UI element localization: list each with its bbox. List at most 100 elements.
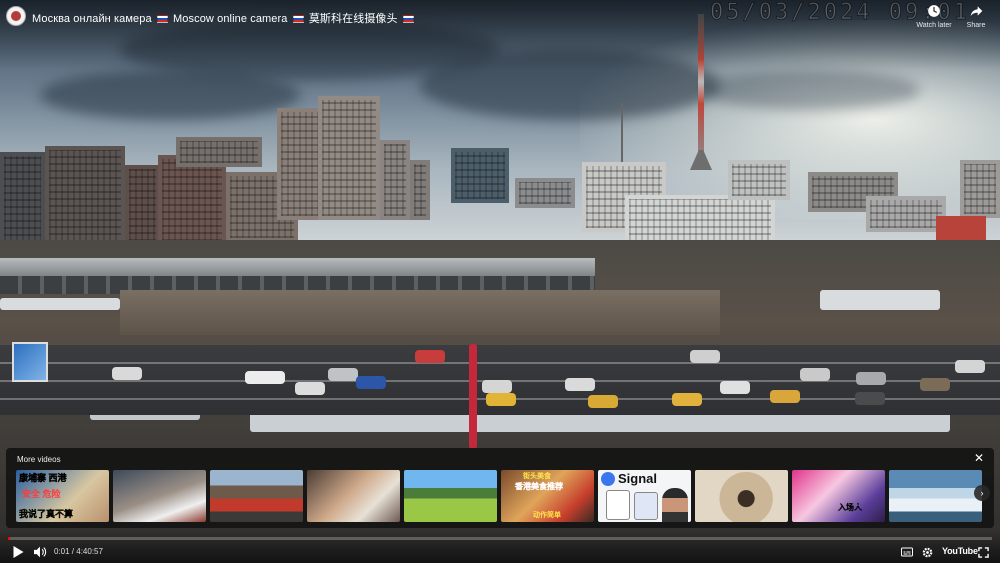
video-thumbnail[interactable]	[404, 470, 497, 522]
car	[672, 393, 702, 406]
video-thumbnail[interactable]	[210, 470, 303, 522]
car	[565, 378, 595, 391]
building	[960, 160, 1000, 218]
thumbnail-text: 香港美食推荐	[515, 482, 563, 491]
channel-avatar[interactable]	[6, 6, 26, 26]
building	[318, 96, 380, 220]
close-icon[interactable]: ✕	[972, 451, 986, 465]
car	[800, 368, 830, 381]
video-thumbnail[interactable]	[307, 470, 400, 522]
car	[955, 360, 985, 373]
video-thumbnail[interactable]	[695, 470, 788, 522]
volume-button[interactable]	[32, 544, 48, 560]
building	[380, 140, 410, 220]
share-button[interactable]: Share	[952, 4, 1000, 29]
car	[245, 371, 285, 384]
russia-flag-icon	[292, 15, 304, 23]
volume-icon	[33, 546, 46, 558]
cloud	[40, 70, 300, 120]
lane-marking	[0, 362, 1000, 364]
thumbnail-text: 入场人	[838, 503, 862, 512]
captions-icon	[901, 547, 913, 557]
radio-mast	[621, 103, 623, 163]
car	[770, 390, 800, 403]
title-zh: 莫斯科在线摄像头	[308, 13, 398, 25]
phone-mockup	[606, 490, 630, 520]
car	[415, 350, 445, 363]
car	[328, 368, 358, 381]
share-label: Share	[966, 22, 986, 29]
controls-gradient	[0, 530, 1000, 563]
building	[158, 155, 226, 245]
thumbnail-text: 我说了真不算	[19, 509, 74, 519]
phone-mockup	[634, 492, 658, 520]
building	[728, 160, 790, 200]
more-videos-heading: More videos	[17, 455, 61, 464]
video-thumbnail[interactable]: 入场人	[792, 470, 885, 522]
more-videos-panel: More videos ✕ 康埔寨 西港 安全 危险 我说了真不算 街头美食 香…	[6, 448, 994, 528]
thumbnail-text: 街头美食	[523, 473, 551, 480]
car	[482, 380, 512, 393]
current-time: 0:01	[54, 547, 70, 556]
progress-played	[8, 537, 10, 540]
video-duration: 4:40:57	[76, 547, 103, 556]
building	[451, 148, 509, 203]
video-thumbnail[interactable]: 康埔寨 西港 安全 危险 我说了真不算	[16, 470, 109, 522]
railway-overpass	[0, 258, 595, 276]
red-pole	[469, 344, 477, 449]
car	[856, 372, 886, 385]
video-title[interactable]: Москва онлайн камера Moscow online camer…	[32, 10, 416, 26]
car	[112, 367, 142, 380]
presenter-face	[662, 488, 688, 522]
video-thumbnail[interactable]	[113, 470, 206, 522]
car	[588, 395, 618, 408]
car	[920, 378, 950, 391]
fullscreen-button[interactable]	[976, 544, 990, 560]
building	[277, 108, 322, 220]
building	[176, 137, 262, 167]
next-videos-button[interactable]: ›	[974, 485, 990, 501]
car	[486, 393, 516, 406]
car	[690, 350, 720, 363]
play-icon	[13, 546, 23, 558]
construction-site	[120, 290, 720, 335]
title-ru: Москва онлайн камера	[32, 13, 152, 25]
car	[855, 392, 885, 405]
thumbnail-text: 安全 危险	[22, 489, 61, 499]
building	[515, 178, 575, 208]
car	[295, 382, 325, 395]
video-thumbnail[interactable]: 街头美食 香港美食推荐 动作简单	[501, 470, 594, 522]
russia-flag-icon	[156, 15, 168, 23]
snow-patch	[0, 298, 120, 310]
more-videos-strip: 康埔寨 西港 安全 危险 我说了真不算 街头美食 香港美食推荐 动作简单 Sig…	[16, 470, 984, 522]
thumbnail-text: 动作简单	[533, 512, 561, 519]
play-button[interactable]	[10, 544, 26, 560]
billboard	[12, 342, 48, 382]
thumbnail-text: 康埔寨 西港	[19, 473, 67, 483]
title-en: Moscow online camera	[173, 13, 288, 25]
thumbnail-text: Signal	[618, 471, 658, 486]
gear-icon	[922, 547, 932, 557]
russia-flag-icon	[402, 15, 414, 23]
share-arrow-icon	[952, 4, 1000, 21]
building	[866, 196, 946, 232]
video-thumbnail[interactable]: Signal	[598, 470, 691, 522]
video-thumbnail[interactable]	[889, 470, 982, 522]
cloud	[700, 70, 920, 110]
captions-button[interactable]	[900, 544, 914, 560]
time-display: 0:01 / 4:40:57	[54, 547, 103, 556]
signal-logo-icon	[601, 472, 615, 486]
building	[0, 152, 45, 247]
car	[720, 381, 750, 394]
watch-later-label: Watch later	[916, 22, 952, 29]
settings-button[interactable]	[920, 544, 934, 560]
fullscreen-icon	[977, 546, 989, 558]
watch-later-button[interactable]: Watch later	[910, 4, 958, 29]
building	[410, 160, 430, 220]
snow-patch	[820, 290, 940, 310]
clock-icon	[910, 4, 958, 21]
youtube-logo[interactable]: YouTube	[942, 546, 978, 556]
progress-bar[interactable]	[8, 537, 992, 540]
building	[125, 165, 160, 245]
building	[45, 146, 125, 246]
